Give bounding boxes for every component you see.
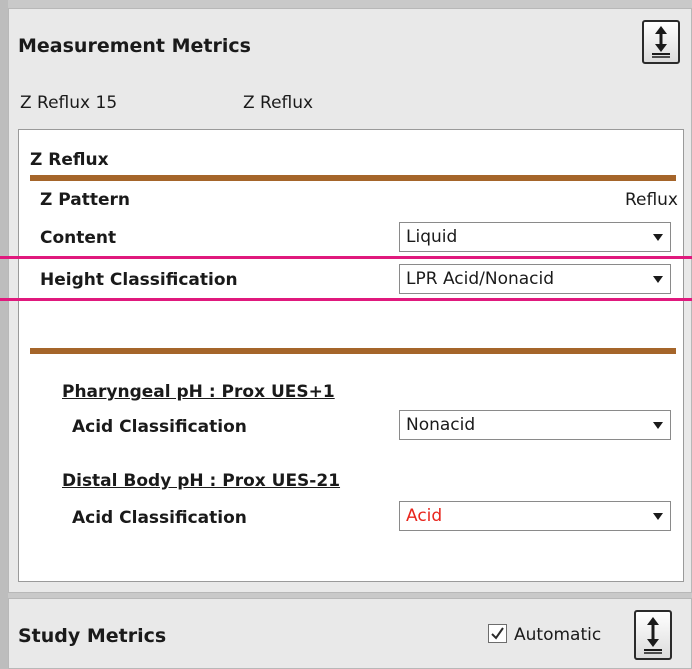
expand-vertical-icon <box>652 26 670 58</box>
height-classification-dropdown[interactable]: LPR Acid/Nonacid <box>399 264 671 294</box>
height-classification-value: LPR Acid/Nonacid <box>406 269 555 289</box>
chevron-down-icon <box>653 234 663 241</box>
content-dropdown[interactable]: Liquid <box>399 222 671 252</box>
chevron-down-icon <box>653 422 663 429</box>
section-heading: Z Reflux <box>30 150 109 170</box>
sensor-heading: Pharyngeal pH : Prox UES+1 <box>62 382 335 402</box>
pattern-value: Reflux <box>624 190 678 210</box>
measurement-metrics-expand-button[interactable] <box>642 20 680 64</box>
acid-classification-label: Acid Classification <box>72 508 247 528</box>
automatic-label: Automatic <box>514 625 602 645</box>
content-label: Content <box>40 228 117 248</box>
automatic-checkbox[interactable] <box>488 624 507 643</box>
chevron-down-icon <box>653 513 663 520</box>
left-edge <box>0 0 8 669</box>
study-metrics-title: Study Metrics <box>18 625 167 647</box>
reflux-type: Z Reflux <box>243 93 314 113</box>
highlight-line-bottom <box>0 298 692 301</box>
acid-classification-value: Nonacid <box>406 415 476 435</box>
chevron-down-icon <box>653 276 663 283</box>
pattern-label: Z Pattern <box>40 190 130 210</box>
reflux-id: Z Reflux 15 <box>20 93 118 113</box>
measurement-metrics-title: Measurement Metrics <box>18 35 251 57</box>
highlight-line-top <box>0 256 692 259</box>
content-dropdown-value: Liquid <box>406 227 458 247</box>
section-divider-bottom <box>30 348 676 354</box>
acid-classification-dropdown-distal[interactable]: Acid <box>399 501 671 531</box>
acid-classification-dropdown-pharyngeal[interactable]: Nonacid <box>399 410 671 440</box>
expand-vertical-icon <box>644 617 662 654</box>
section-divider-top <box>30 175 676 181</box>
acid-classification-value: Acid <box>406 506 443 526</box>
study-metrics-expand-button[interactable] <box>634 610 672 660</box>
checkmark-icon <box>491 627 504 640</box>
sensor-heading: Distal Body pH : Prox UES-21 <box>62 471 341 491</box>
height-classification-label: Height Classification <box>40 270 238 290</box>
acid-classification-label: Acid Classification <box>72 417 247 437</box>
